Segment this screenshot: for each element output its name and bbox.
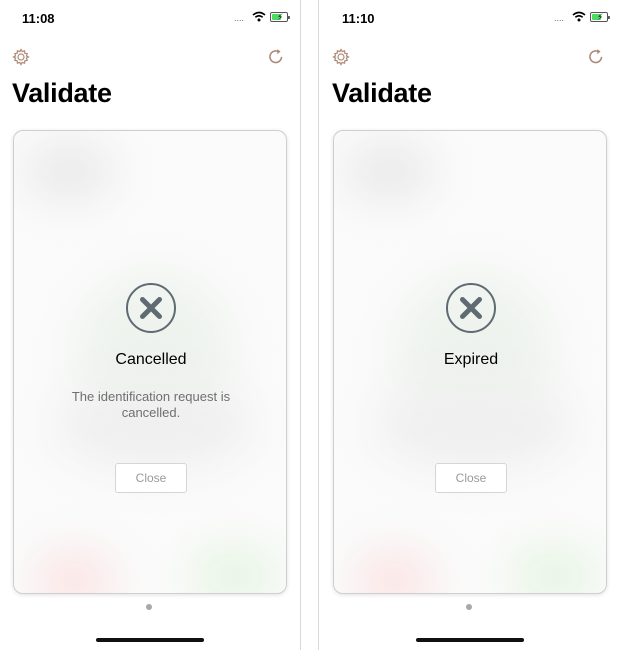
home-indicator[interactable] (416, 638, 524, 642)
signal-dots: .... (234, 13, 245, 23)
result-card: Expired Close (333, 130, 607, 594)
gear-icon[interactable] (11, 47, 31, 67)
screen-divider (300, 0, 320, 650)
gear-icon[interactable] (331, 47, 351, 67)
page-title: Validate (12, 78, 112, 108)
wifi-icon (572, 11, 586, 22)
battery-icon: ⚡ (590, 12, 610, 22)
close-button[interactable]: Close (435, 463, 507, 493)
status-time: 11:10 (342, 11, 375, 26)
status-time: 11:08 (22, 11, 55, 26)
status-title: Cancelled (115, 351, 187, 368)
page-indicator-dot (146, 604, 152, 610)
refresh-icon[interactable] (266, 47, 286, 67)
x-circle-icon (126, 283, 176, 333)
refresh-icon[interactable] (586, 47, 606, 67)
battery-icon: ⚡ (270, 12, 290, 22)
home-indicator[interactable] (96, 638, 204, 642)
page-indicator-dot (466, 604, 472, 610)
result-card: Cancelled The identification request is … (13, 130, 287, 594)
x-circle-icon (446, 283, 496, 333)
status-bar: 11:08 .... ⚡ (0, 0, 300, 36)
status-bar: 11:10 .... ⚡ (320, 0, 620, 36)
phone-screen-expired: 11:10 .... ⚡ Validate Expired Close (320, 0, 620, 650)
page-title: Validate (332, 78, 432, 108)
status-title: Expired (443, 351, 499, 368)
signal-dots: .... (554, 13, 565, 23)
wifi-icon (252, 11, 266, 22)
status-message: The identification request is cancelled. (71, 389, 231, 420)
phone-screen-cancelled: 11:08 .... ⚡ Validate Cancelled The iden… (0, 0, 300, 650)
close-button[interactable]: Close (115, 463, 187, 493)
